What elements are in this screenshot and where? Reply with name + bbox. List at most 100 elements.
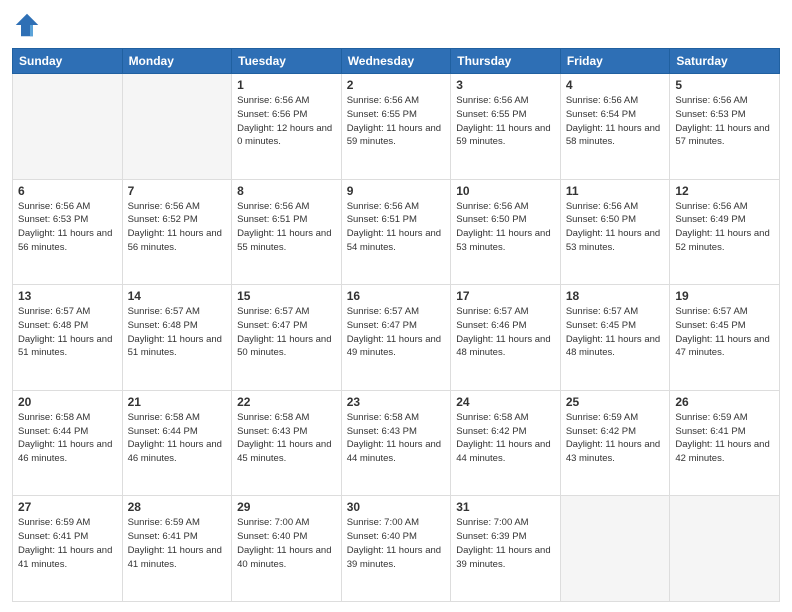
day-info: Sunrise: 7:00 AMSunset: 6:40 PMDaylight:… (347, 516, 446, 571)
day-number: 11 (566, 184, 665, 198)
day-number: 26 (675, 395, 774, 409)
day-info: Sunrise: 6:56 AMSunset: 6:53 PMDaylight:… (18, 200, 117, 255)
day-info: Sunrise: 6:59 AMSunset: 6:42 PMDaylight:… (566, 411, 665, 466)
day-number: 12 (675, 184, 774, 198)
calendar-cell: 25 Sunrise: 6:59 AMSunset: 6:42 PMDayligh… (560, 390, 670, 496)
day-header-sunday: Sunday (13, 49, 123, 74)
day-info: Sunrise: 6:57 AMSunset: 6:48 PMDaylight:… (128, 305, 227, 360)
calendar-cell: 17 Sunrise: 6:57 AMSunset: 6:46 PMDayligh… (451, 285, 561, 391)
week-row-4: 20Sunrise: 6:58 AMSunset: 6:44 PMDayligh… (13, 390, 780, 496)
day-info: Sunrise: 6:59 AMSunset: 6:41 PMDaylight:… (18, 516, 117, 571)
day-info: Sunrise: 6:57 AMSunset: 6:48 PMDaylight:… (18, 305, 117, 360)
calendar-cell: 11 Sunrise: 6:56 AMSunset: 6:50 PMDayligh… (560, 179, 670, 285)
day-info: Sunrise: 6:56 AMSunset: 6:56 PMDaylight:… (237, 94, 336, 149)
day-header-monday: Monday (122, 49, 232, 74)
calendar-cell: 21Sunrise: 6:58 AMSunset: 6:44 PMDayligh… (122, 390, 232, 496)
day-info: Sunrise: 7:00 AMSunset: 6:39 PMDaylight:… (456, 516, 555, 571)
day-number: 18 (566, 289, 665, 303)
week-row-3: 13Sunrise: 6:57 AMSunset: 6:48 PMDayligh… (13, 285, 780, 391)
day-number: 17 (456, 289, 555, 303)
calendar-cell: 8Sunrise: 6:56 AMSunset: 6:51 PMDaylight… (232, 179, 342, 285)
day-info: Sunrise: 6:56 AMSunset: 6:49 PMDaylight:… (675, 200, 774, 255)
calendar-cell: 9 Sunrise: 6:56 AMSunset: 6:51 PMDaylight… (341, 179, 451, 285)
calendar-cell: 7 Sunrise: 6:56 AMSunset: 6:52 PMDaylight… (122, 179, 232, 285)
day-info: Sunrise: 6:58 AMSunset: 6:42 PMDaylight:… (456, 411, 555, 466)
day-number: 7 (128, 184, 227, 198)
calendar-cell (560, 496, 670, 602)
calendar-cell: 2 Sunrise: 6:56 AMSunset: 6:55 PMDaylight… (341, 74, 451, 180)
day-info: Sunrise: 6:56 AMSunset: 6:50 PMDaylight:… (456, 200, 555, 255)
day-number: 25 (566, 395, 665, 409)
day-info: Sunrise: 6:58 AMSunset: 6:44 PMDaylight:… (18, 411, 117, 466)
calendar-cell (122, 74, 232, 180)
calendar-cell: 16Sunrise: 6:57 AMSunset: 6:47 PMDayligh… (341, 285, 451, 391)
day-number: 23 (347, 395, 446, 409)
day-number: 15 (237, 289, 336, 303)
week-row-2: 6 Sunrise: 6:56 AMSunset: 6:53 PMDaylight… (13, 179, 780, 285)
header (12, 10, 780, 40)
day-info: Sunrise: 6:57 AMSunset: 6:46 PMDaylight:… (456, 305, 555, 360)
day-number: 28 (128, 500, 227, 514)
day-number: 29 (237, 500, 336, 514)
day-number: 4 (566, 78, 665, 92)
calendar-cell: 12 Sunrise: 6:56 AMSunset: 6:49 PMDayligh… (670, 179, 780, 285)
day-number: 9 (347, 184, 446, 198)
calendar-cell: 30 Sunrise: 7:00 AMSunset: 6:40 PMDayligh… (341, 496, 451, 602)
day-info: Sunrise: 7:00 AMSunset: 6:40 PMDaylight:… (237, 516, 336, 571)
day-header-tuesday: Tuesday (232, 49, 342, 74)
calendar-page: SundayMondayTuesdayWednesdayThursdayFrid… (0, 0, 792, 612)
day-number: 10 (456, 184, 555, 198)
calendar-cell: 6 Sunrise: 6:56 AMSunset: 6:53 PMDaylight… (13, 179, 123, 285)
day-info: Sunrise: 6:56 AMSunset: 6:55 PMDaylight:… (456, 94, 555, 149)
day-info: Sunrise: 6:58 AMSunset: 6:43 PMDaylight:… (347, 411, 446, 466)
day-number: 6 (18, 184, 117, 198)
day-number: 24 (456, 395, 555, 409)
day-header-friday: Friday (560, 49, 670, 74)
day-info: Sunrise: 6:57 AMSunset: 6:45 PMDaylight:… (566, 305, 665, 360)
calendar-cell: 1 Sunrise: 6:56 AMSunset: 6:56 PMDaylight… (232, 74, 342, 180)
day-info: Sunrise: 6:57 AMSunset: 6:47 PMDaylight:… (237, 305, 336, 360)
day-info: Sunrise: 6:58 AMSunset: 6:43 PMDaylight:… (237, 411, 336, 466)
day-info: Sunrise: 6:56 AMSunset: 6:52 PMDaylight:… (128, 200, 227, 255)
day-info: Sunrise: 6:56 AMSunset: 6:53 PMDaylight:… (675, 94, 774, 149)
day-info: Sunrise: 6:57 AMSunset: 6:45 PMDaylight:… (675, 305, 774, 360)
day-info: Sunrise: 6:56 AMSunset: 6:50 PMDaylight:… (566, 200, 665, 255)
calendar-cell: 24 Sunrise: 6:58 AMSunset: 6:42 PMDayligh… (451, 390, 561, 496)
calendar-cell: 18 Sunrise: 6:57 AMSunset: 6:45 PMDayligh… (560, 285, 670, 391)
calendar-cell: 29 Sunrise: 7:00 AMSunset: 6:40 PMDayligh… (232, 496, 342, 602)
calendar-cell: 13Sunrise: 6:57 AMSunset: 6:48 PMDayligh… (13, 285, 123, 391)
day-header-thursday: Thursday (451, 49, 561, 74)
week-row-1: 1 Sunrise: 6:56 AMSunset: 6:56 PMDaylight… (13, 74, 780, 180)
day-number: 2 (347, 78, 446, 92)
calendar-cell: 28 Sunrise: 6:59 AMSunset: 6:41 PMDayligh… (122, 496, 232, 602)
calendar-cell: 14Sunrise: 6:57 AMSunset: 6:48 PMDayligh… (122, 285, 232, 391)
calendar-cell (13, 74, 123, 180)
day-number: 22 (237, 395, 336, 409)
day-info: Sunrise: 6:56 AMSunset: 6:55 PMDaylight:… (347, 94, 446, 149)
logo (12, 10, 46, 40)
day-info: Sunrise: 6:59 AMSunset: 6:41 PMDaylight:… (128, 516, 227, 571)
calendar-cell (670, 496, 780, 602)
calendar-cell: 3 Sunrise: 6:56 AMSunset: 6:55 PMDaylight… (451, 74, 561, 180)
calendar-cell: 26Sunrise: 6:59 AMSunset: 6:41 PMDayligh… (670, 390, 780, 496)
day-header-saturday: Saturday (670, 49, 780, 74)
calendar-cell: 22 Sunrise: 6:58 AMSunset: 6:43 PMDayligh… (232, 390, 342, 496)
day-number: 30 (347, 500, 446, 514)
day-number: 27 (18, 500, 117, 514)
calendar-cell: 23 Sunrise: 6:58 AMSunset: 6:43 PMDayligh… (341, 390, 451, 496)
day-number: 19 (675, 289, 774, 303)
day-number: 31 (456, 500, 555, 514)
day-info: Sunrise: 6:58 AMSunset: 6:44 PMDaylight:… (128, 411, 227, 466)
calendar-cell: 5 Sunrise: 6:56 AMSunset: 6:53 PMDaylight… (670, 74, 780, 180)
day-number: 5 (675, 78, 774, 92)
day-info: Sunrise: 6:57 AMSunset: 6:47 PMDaylight:… (347, 305, 446, 360)
calendar-cell: 31 Sunrise: 7:00 AMSunset: 6:39 PMDayligh… (451, 496, 561, 602)
day-info: Sunrise: 6:56 AMSunset: 6:54 PMDaylight:… (566, 94, 665, 149)
calendar-cell: 19 Sunrise: 6:57 AMSunset: 6:45 PMDayligh… (670, 285, 780, 391)
day-info: Sunrise: 6:56 AMSunset: 6:51 PMDaylight:… (237, 200, 336, 255)
day-number: 1 (237, 78, 336, 92)
day-header-wednesday: Wednesday (341, 49, 451, 74)
calendar-cell: 15 Sunrise: 6:57 AMSunset: 6:47 PMDayligh… (232, 285, 342, 391)
day-info: Sunrise: 6:56 AMSunset: 6:51 PMDaylight:… (347, 200, 446, 255)
day-number: 3 (456, 78, 555, 92)
